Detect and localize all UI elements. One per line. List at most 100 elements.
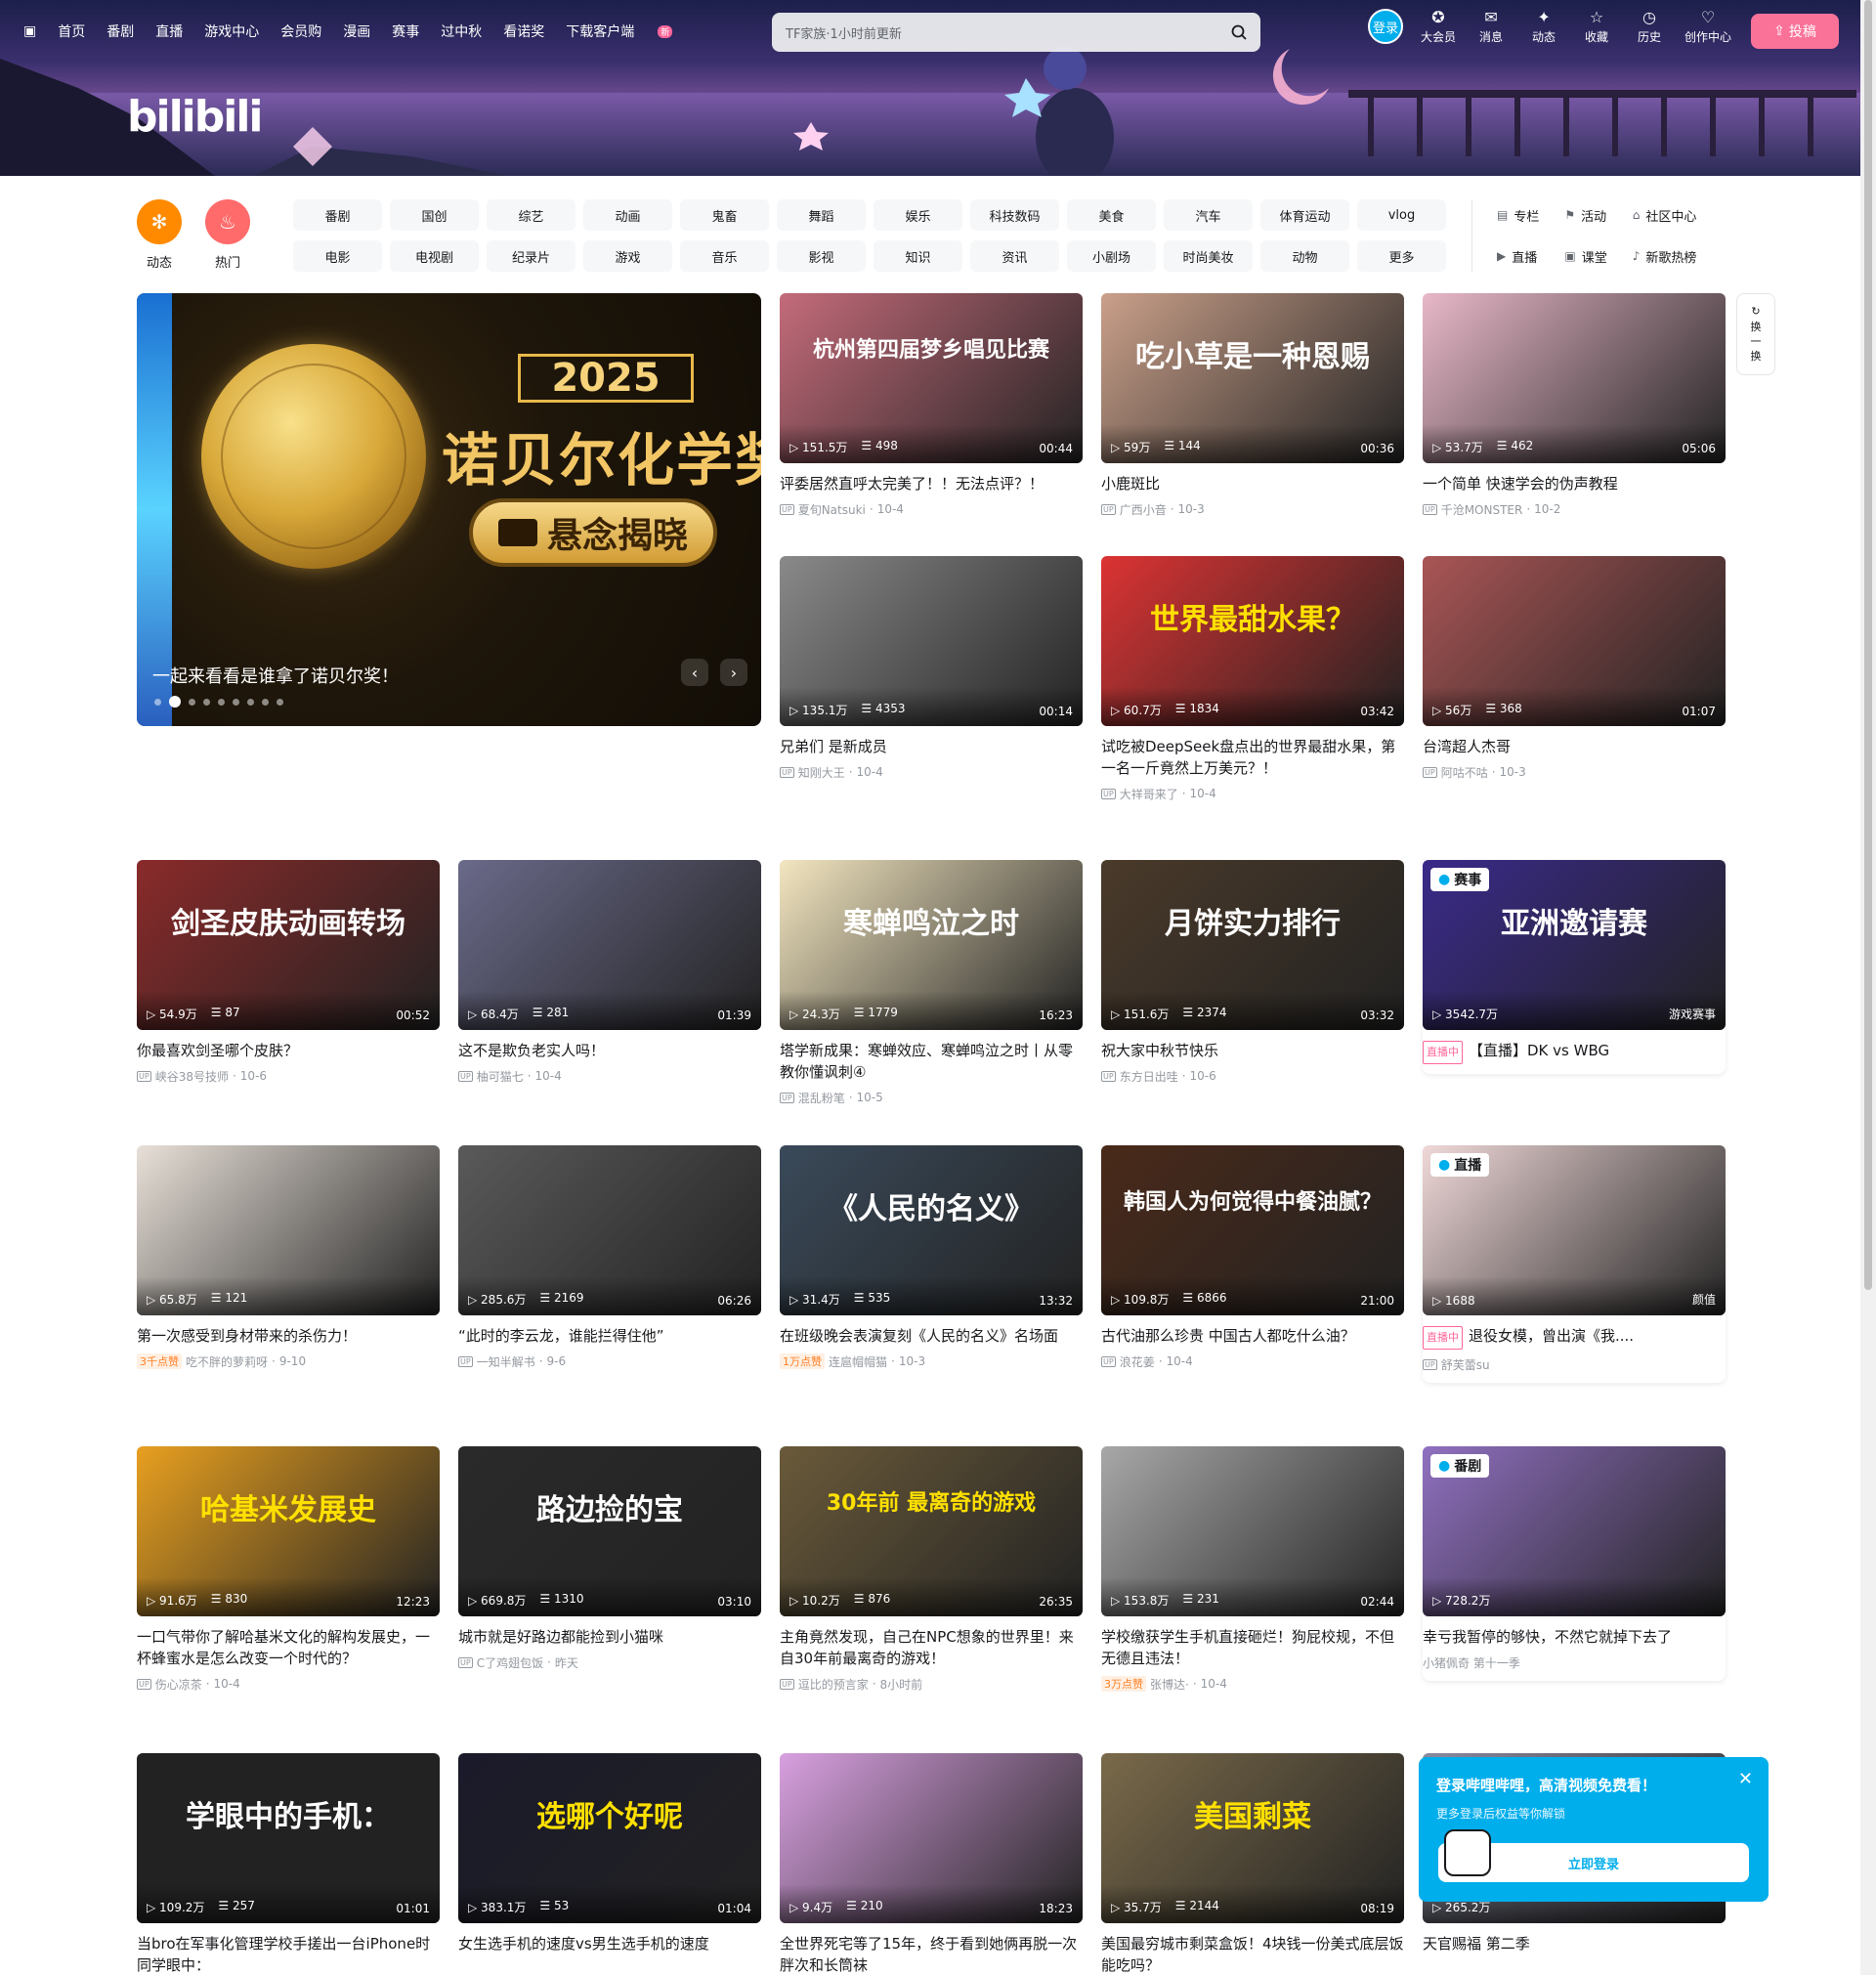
uploader-name[interactable]: 千沧MONSTER bbox=[1441, 501, 1523, 518]
uploader-name[interactable]: C了鸡翅包饭 bbox=[477, 1654, 543, 1671]
video-card[interactable]: ▷ 53.7万 ☰ 462 05:06 一个简单 快速学会的伪声教程 UP 千沧MONST… bbox=[1423, 293, 1726, 518]
nav-right-item-1[interactable]: ✉ 消息 bbox=[1473, 8, 1509, 45]
nav-item-5[interactable]: 漫画 bbox=[343, 21, 370, 41]
carousel-dot-2[interactable] bbox=[189, 698, 195, 706]
video-card[interactable]: 选哪个好呢 ▷ 383.1万 ☰ 53 01:04 女生选手机的速度vs男生选手机的速度 bbox=[458, 1753, 761, 1954]
uploader-name[interactable]: 广西小音 bbox=[1120, 501, 1167, 518]
carousel-next-icon[interactable]: › bbox=[720, 659, 747, 686]
channel-chip-22[interactable]: 动物 bbox=[1260, 240, 1349, 272]
video-card[interactable]: 寒蝉鸣泣之时 ▷ 24.3万 ☰ 1779 16:23 塔学新成果：寒蝉效应、寒蝉鸣泣之… bbox=[780, 860, 1083, 1106]
bilibili-logo[interactable]: bilibili bbox=[127, 92, 263, 142]
channel-tool-3[interactable]: ▶ 直播 bbox=[1497, 240, 1539, 272]
search-bar[interactable]: TF家族·1小时前更新 bbox=[772, 13, 1260, 52]
channel-tool-4[interactable]: ▣ 课堂 bbox=[1564, 240, 1606, 272]
video-title[interactable]: 评委居然直呼太完美了！！无法点评？！ bbox=[780, 473, 1083, 494]
video-card[interactable]: 世界最甜水果？ ▷ 60.7万 ☰ 1834 03:42 试吃被DeepSeek盘点出的… bbox=[1101, 556, 1404, 802]
carousel-dot-6[interactable] bbox=[247, 698, 254, 706]
video-thumbnail[interactable]: ▷ 53.7万 ☰ 462 05:06 bbox=[1423, 293, 1726, 463]
channel-chip-5[interactable]: 舞蹈 bbox=[777, 199, 866, 231]
channel-chip-21[interactable]: 时尚美妆 bbox=[1164, 240, 1253, 272]
video-thumbnail[interactable]: 路边捡的宝 ▷ 669.8万 ☰ 1310 03:10 bbox=[458, 1446, 761, 1616]
carousel-prev-icon[interactable]: ‹ bbox=[681, 659, 708, 686]
search-icon[interactable] bbox=[1231, 24, 1247, 40]
nav-item-9[interactable]: 下载客户端 bbox=[566, 21, 634, 41]
video-title[interactable]: 一个简单 快速学会的伪声教程 bbox=[1423, 473, 1726, 494]
video-title[interactable]: 台湾超人杰哥 bbox=[1423, 736, 1726, 757]
video-title[interactable]: 第一次感受到身材带来的杀伤力！ bbox=[137, 1325, 440, 1347]
nav-item-8[interactable]: 看诺奖 bbox=[503, 21, 544, 41]
video-thumbnail[interactable]: 杭州第四届梦乡唱见比赛 ▷ 151.5万 ☰ 498 00:44 bbox=[780, 293, 1083, 463]
nav-item-7[interactable]: 过中秋 bbox=[441, 21, 482, 41]
video-thumbnail[interactable]: 学眼中的手机： ▷ 109.2万 ☰ 257 01:01 bbox=[137, 1753, 440, 1923]
video-title[interactable]: 试吃被DeepSeek盘点出的世界最甜水果，第一名一斤竟然上万美元？！ bbox=[1101, 736, 1404, 779]
video-card[interactable]: 路边捡的宝 ▷ 669.8万 ☰ 1310 03:10 城市就是好路边都能捡到小猫咪 UP… bbox=[458, 1446, 761, 1671]
video-title[interactable]: 女生选手机的速度vs男生选手机的速度 bbox=[458, 1933, 761, 1954]
video-card[interactable]: 亚洲邀请赛 ● 赛事 ▷ 3542.7万 游戏赛事 直播中 【直播】DK vs WBG bbox=[1423, 860, 1726, 1074]
channel-chip-1[interactable]: 国创 bbox=[390, 199, 479, 231]
video-thumbnail[interactable]: 亚洲邀请赛 ● 赛事 ▷ 3542.7万 游戏赛事 bbox=[1423, 860, 1726, 1030]
channel-chip-13[interactable]: 电视剧 bbox=[390, 240, 479, 272]
channel-chip-19[interactable]: 资讯 bbox=[970, 240, 1059, 272]
uploader-name[interactable]: 知刚大王 bbox=[798, 764, 845, 781]
scrollbar-thumb[interactable] bbox=[1864, 0, 1872, 1290]
video-title[interactable]: 全世界死宅等了15年，终于看到她俩再脱一次胖次和长筒袜 bbox=[780, 1933, 1083, 1975]
video-thumbnail[interactable]: 寒蝉鸣泣之时 ▷ 24.3万 ☰ 1779 16:23 bbox=[780, 860, 1083, 1030]
carousel-dot-8[interactable] bbox=[277, 698, 283, 706]
video-title[interactable]: 学校缴获学生手机直接砸烂！狗屁校规，不但无德且违法！ bbox=[1101, 1626, 1404, 1669]
video-title[interactable]: 你最喜欢剑圣哪个皮肤？ bbox=[137, 1040, 440, 1061]
video-title[interactable]: 幸亏我暂停的够快，不然它就掉下去了 bbox=[1423, 1626, 1726, 1648]
carousel-dot-1[interactable] bbox=[169, 696, 181, 708]
uploader-name[interactable]: 舒芙蕾su bbox=[1441, 1356, 1490, 1373]
channel-tool-1[interactable]: ⚑ 活动 bbox=[1564, 199, 1606, 231]
video-title[interactable]: 主角竟然发现，自己在NPC想象的世界里！来自30年前最离奇的游戏！ bbox=[780, 1626, 1083, 1669]
channel-chip-18[interactable]: 知识 bbox=[874, 240, 962, 272]
channel-chip-7[interactable]: 科技数码 bbox=[970, 199, 1059, 231]
channel-dynamic-label[interactable]: 动态 bbox=[130, 252, 189, 271]
video-title[interactable]: 祝大家中秋节快乐 bbox=[1101, 1040, 1404, 1061]
video-card[interactable]: ▷ 9.4万 ☰ 210 18:23 全世界死宅等了15年，终于看到她俩再脱一次胖次和… bbox=[780, 1753, 1083, 1975]
video-title[interactable]: “此时的李云龙，谁能拦得住他” bbox=[458, 1325, 761, 1347]
uploader-name[interactable]: 逗比的预言家 bbox=[798, 1676, 869, 1693]
channel-chip-2[interactable]: 综艺 bbox=[487, 199, 576, 231]
nav-right-item-3[interactable]: ☆ 收藏 bbox=[1579, 8, 1614, 45]
video-title[interactable]: 在班级晚会表演复刻《人民的名义》名场面 bbox=[780, 1325, 1083, 1347]
video-thumbnail[interactable]: ▷ 65.8万 ☰ 121 bbox=[137, 1145, 440, 1315]
video-thumbnail[interactable]: ● 番剧 ▷ 728.2万 bbox=[1423, 1446, 1726, 1616]
channel-chip-6[interactable]: 娱乐 bbox=[874, 199, 962, 231]
video-title[interactable]: 兄弟们 是新成员 bbox=[780, 736, 1083, 757]
video-card[interactable]: 《人民的名义》 ▷ 31.4万 ☰ 535 13:32 在班级晚会表演复刻《人民的名义》… bbox=[780, 1145, 1083, 1370]
video-thumbnail[interactable]: ▷ 68.4万 ☰ 281 01:39 bbox=[458, 860, 761, 1030]
video-card[interactable]: ▷ 68.4万 ☰ 281 01:39 这不是欺负老实人吗！ UP 柚可猫七 · 10-4 bbox=[458, 860, 761, 1085]
video-card[interactable]: ▷ 153.8万 ☰ 231 02:44 学校缴获学生手机直接砸烂！狗屁校规，不但无德… bbox=[1101, 1446, 1404, 1693]
channel-chip-0[interactable]: 番剧 bbox=[293, 199, 382, 231]
uploader-name[interactable]: 张博达· bbox=[1150, 1676, 1189, 1693]
video-thumbnail[interactable]: 哈基米发展史 ▷ 91.6万 ☰ 830 12:23 bbox=[137, 1446, 440, 1616]
dynamic-icon[interactable]: ✻ bbox=[137, 199, 182, 244]
video-title[interactable]: 塔学新成果：寒蝉效应、寒蝉鸣泣之时丨从零教你懂讽刺④ bbox=[780, 1040, 1083, 1083]
uploader-name[interactable]: 东方日出哇 bbox=[1120, 1068, 1178, 1085]
carousel-dot-4[interactable] bbox=[218, 698, 225, 706]
video-card[interactable]: 韩国人为何觉得中餐油腻？ ▷ 109.8万 ☰ 6866 21:00 古代油那么珍贵 中… bbox=[1101, 1145, 1404, 1370]
video-card[interactable]: 剑圣皮肤动画转场 ▷ 54.9万 ☰ 87 00:52 你最喜欢剑圣哪个皮肤？ UP 峡谷3… bbox=[137, 860, 440, 1085]
hot-icon[interactable]: ♨ bbox=[205, 199, 250, 244]
video-card[interactable]: ● 番剧 ▷ 728.2万 幸亏我暂停的够快，不然它就掉下去了 小猪佩奇 第十一季 bbox=[1423, 1446, 1726, 1681]
video-thumbnail[interactable]: 剑圣皮肤动画转场 ▷ 54.9万 ☰ 87 00:52 bbox=[137, 860, 440, 1030]
video-thumbnail[interactable]: 世界最甜水果？ ▷ 60.7万 ☰ 1834 03:42 bbox=[1101, 556, 1404, 726]
video-thumbnail[interactable]: 吃小草是一种恩赐 ▷ 59万 ☰ 144 00:36 bbox=[1101, 293, 1404, 463]
carousel-dot-7[interactable] bbox=[262, 698, 269, 706]
search-input[interactable]: TF家族·1小时前更新 bbox=[786, 23, 1231, 42]
channel-chip-3[interactable]: 动画 bbox=[583, 199, 672, 231]
video-thumbnail[interactable]: ▷ 135.1万 ☰ 4353 00:14 bbox=[780, 556, 1083, 726]
upload-button[interactable]: ⇪ 投稿 bbox=[1751, 14, 1839, 49]
nav-item-4[interactable]: 会员购 bbox=[280, 21, 321, 41]
video-thumbnail[interactable]: ● 直播 ▷ 1688 颜值 bbox=[1423, 1145, 1726, 1315]
video-thumbnail[interactable]: ▷ 285.6万 ☰ 2169 06:26 bbox=[458, 1145, 761, 1315]
video-thumbnail[interactable]: 《人民的名义》 ▷ 31.4万 ☰ 535 13:32 bbox=[780, 1145, 1083, 1315]
uploader-name[interactable]: 连扈帽帽猫 bbox=[829, 1353, 887, 1370]
video-title[interactable]: 古代油那么珍贵 中国古人都吃什么油？ bbox=[1101, 1325, 1404, 1347]
video-card[interactable]: 美国剩菜 ▷ 35.7万 ☰ 2144 08:19 美国最穷城市剩菜盒饭！4块钱一份美式… bbox=[1101, 1753, 1404, 1975]
video-title[interactable]: 城市就是好路边都能捡到小猫咪 bbox=[458, 1626, 761, 1648]
channel-chip-11[interactable]: vlog bbox=[1357, 199, 1446, 231]
channel-chip-4[interactable]: 鬼畜 bbox=[680, 199, 769, 231]
video-thumbnail[interactable]: ▷ 153.8万 ☰ 231 02:44 bbox=[1101, 1446, 1404, 1616]
